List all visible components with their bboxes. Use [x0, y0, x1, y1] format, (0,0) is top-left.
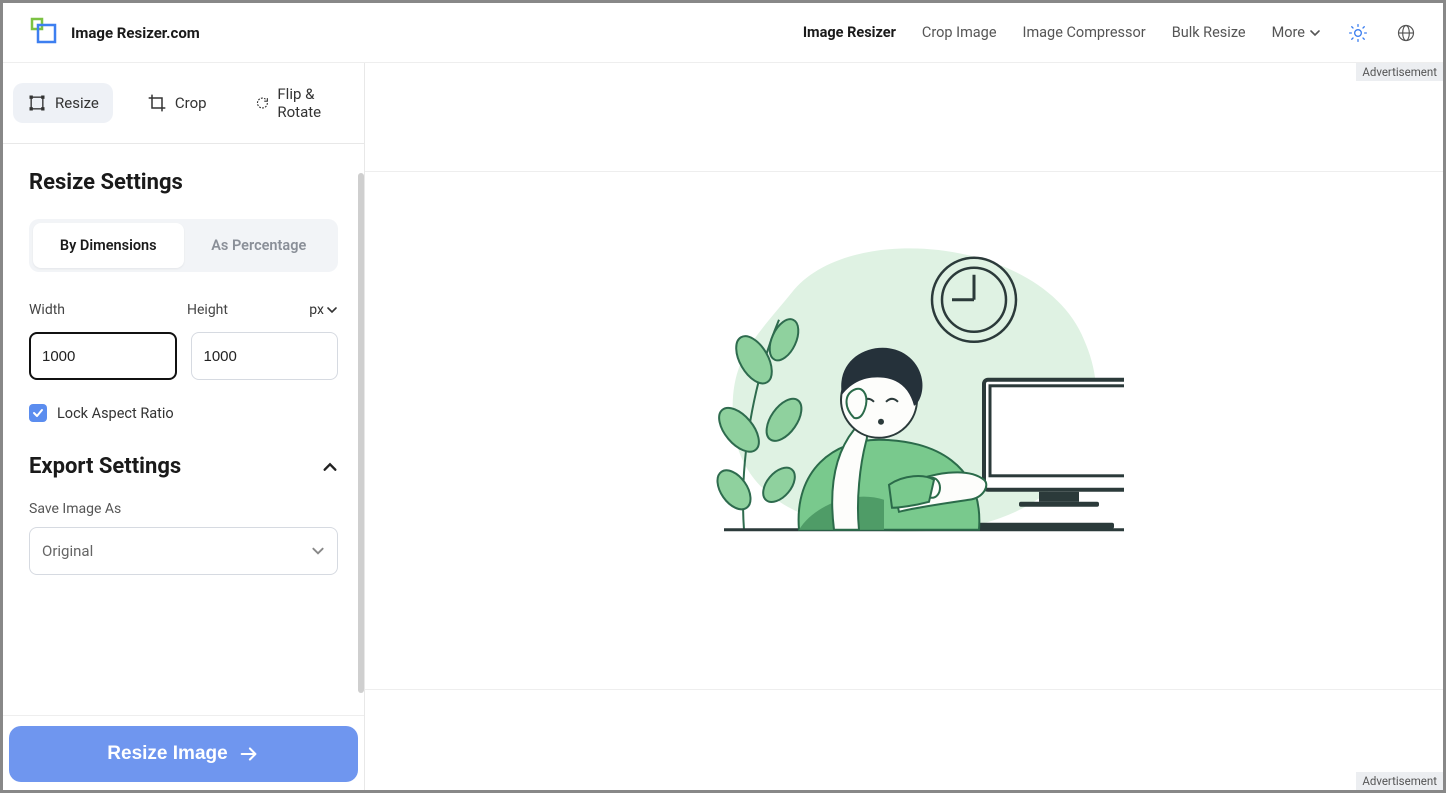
crop-icon	[147, 93, 167, 113]
unit-select[interactable]: px	[309, 302, 338, 318]
tab-flip-rotate-label: Flip & Rotate	[277, 85, 340, 121]
top-nav: Image Resizer.com Image Resizer Crop Ima…	[3, 3, 1443, 63]
height-input[interactable]	[191, 332, 339, 380]
settings-panel: Resize Settings By Dimensions As Percent…	[3, 144, 364, 715]
arrow-right-icon	[238, 743, 260, 765]
brand[interactable]: Image Resizer.com	[29, 16, 200, 50]
tab-crop[interactable]: Crop	[133, 83, 221, 123]
resize-mode-segment: By Dimensions As Percentage	[29, 219, 338, 272]
seg-by-dimensions[interactable]: By Dimensions	[33, 223, 184, 268]
format-value: Original	[42, 542, 93, 560]
lock-aspect-checkbox[interactable]	[29, 404, 47, 422]
check-icon	[32, 407, 44, 419]
tab-resize[interactable]: Resize	[13, 83, 113, 123]
language-icon[interactable]	[1395, 22, 1417, 44]
lock-aspect-label: Lock Aspect Ratio	[57, 405, 174, 422]
export-settings-title: Export Settings	[29, 454, 181, 479]
nav-more[interactable]: More	[1272, 24, 1321, 41]
width-input[interactable]	[29, 332, 177, 380]
chevron-down-icon	[1309, 27, 1321, 39]
format-select[interactable]: Original	[29, 527, 338, 575]
save-as-label: Save Image As	[29, 501, 338, 517]
chevron-down-icon	[311, 544, 325, 558]
sidebar: Resize Crop Flip & Rotate Resize Setting…	[3, 63, 365, 790]
resize-settings-title: Resize Settings	[29, 170, 338, 195]
cta-label: Resize Image	[107, 743, 227, 765]
nav-links: Image Resizer Crop Image Image Compresso…	[803, 22, 1417, 44]
sidebar-footer: Resize Image	[3, 715, 364, 790]
theme-icon[interactable]	[1347, 22, 1369, 44]
nav-crop-image[interactable]: Crop Image	[922, 24, 997, 41]
ad-label-top: Advertisement	[1356, 63, 1443, 81]
width-label: Width	[29, 302, 180, 318]
brand-name: Image Resizer.com	[71, 24, 200, 42]
tab-resize-label: Resize	[55, 94, 99, 112]
nav-image-compressor[interactable]: Image Compressor	[1023, 24, 1146, 41]
canvas-area: Advertisement Advertisement	[365, 63, 1443, 790]
scrollbar[interactable]	[358, 173, 364, 693]
nav-bulk-resize[interactable]: Bulk Resize	[1172, 24, 1246, 41]
ad-label-bottom: Advertisement	[1356, 772, 1443, 790]
chevron-up-icon	[322, 459, 338, 475]
export-settings-header[interactable]: Export Settings	[29, 454, 338, 479]
seg-as-percentage[interactable]: As Percentage	[184, 223, 335, 268]
tab-crop-label: Crop	[175, 94, 207, 112]
nav-image-resizer[interactable]: Image Resizer	[803, 24, 896, 41]
tool-tabs: Resize Crop Flip & Rotate	[3, 63, 364, 144]
chevron-down-icon	[326, 304, 338, 316]
rotate-icon	[255, 93, 270, 113]
unit-label: px	[309, 302, 324, 318]
nav-more-label: More	[1272, 24, 1305, 41]
resize-image-button[interactable]: Resize Image	[9, 726, 358, 782]
logo-icon	[29, 16, 59, 50]
placeholder-illustration	[684, 229, 1124, 569]
tab-flip-rotate[interactable]: Flip & Rotate	[241, 75, 354, 131]
resize-icon	[27, 93, 47, 113]
height-label: Height	[187, 302, 228, 318]
